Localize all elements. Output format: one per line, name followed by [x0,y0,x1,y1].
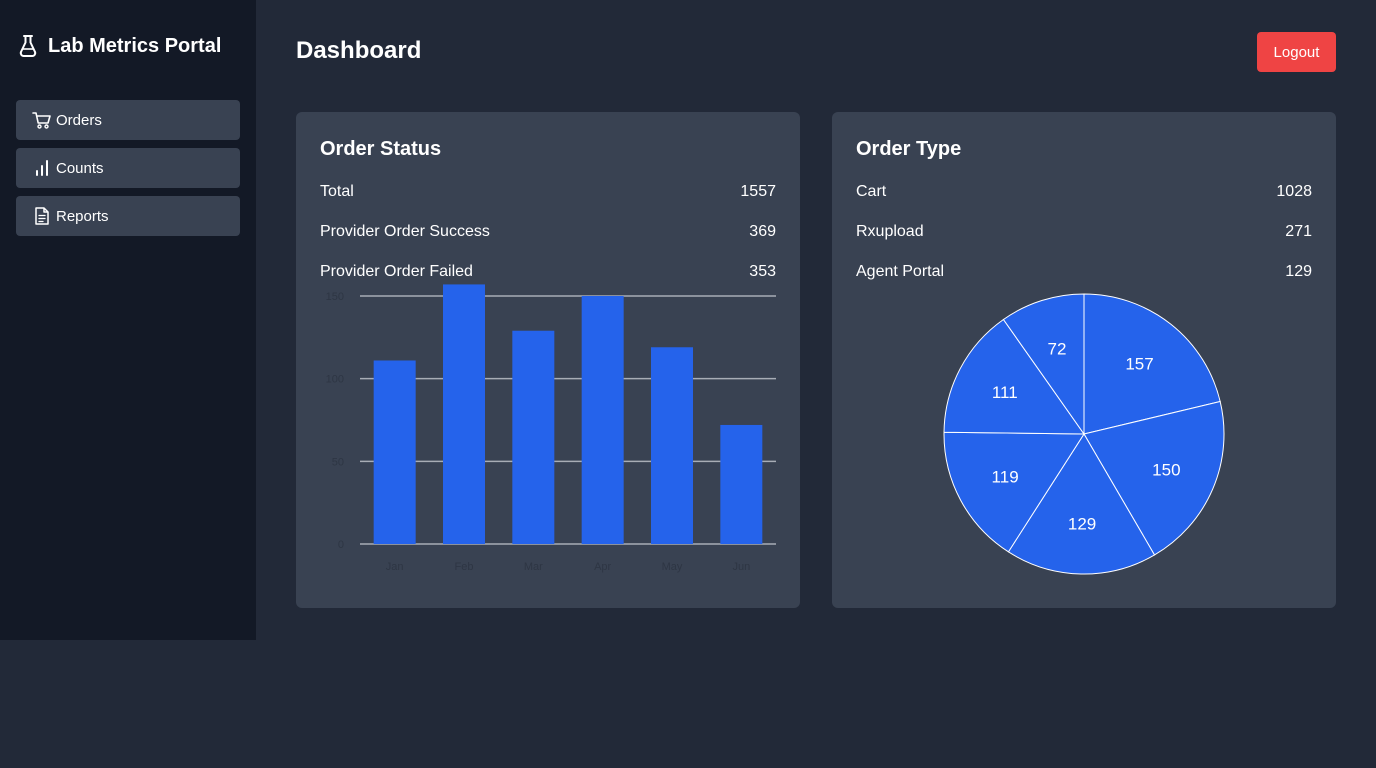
pie-slice-label: 72 [1048,340,1067,359]
sidebar-item-counts[interactable]: Counts [16,148,240,188]
cart-icon [32,110,52,130]
x-tick-label: Feb [455,561,474,573]
sidebar-item-label: Counts [56,159,104,177]
document-icon [32,206,52,226]
brand: Lab Metrics Portal [18,34,221,58]
sidebar: Lab Metrics Portal Orders Counts Reports [0,0,256,640]
x-tick-label: May [662,561,683,573]
bar [512,330,555,544]
y-tick-label: 50 [332,456,344,468]
order-status-card: Order Status Total 1557 Provider Order S… [296,112,800,608]
app-title: Lab Metrics Portal [48,34,222,57]
x-tick-label: Jan [386,561,404,573]
sidebar-item-reports[interactable]: Reports [16,196,240,236]
pie-slice-label: 150 [1152,460,1180,479]
pie-slice-label: 111 [992,383,1018,402]
x-tick-label: Jun [732,561,750,573]
order-type-pie-chart: 157 150 129 119 111 72 [943,293,1225,575]
pie-slice-label: 119 [992,467,1019,486]
y-tick-label: 100 [326,374,344,386]
flask-icon [18,34,38,58]
bar [720,424,763,544]
page-title: Dashboard [296,37,422,64]
x-tick-label: Apr [594,561,611,573]
pie-slice-label: 129 [1068,515,1096,534]
pie-slice-label: 157 [1125,355,1153,374]
sidebar-item-label: Reports [56,207,109,225]
sidebar-item-label: Orders [56,111,102,129]
monthly-bar-chart: 0 50 100 150 Jan Feb Mar Apr May Jun [326,284,776,573]
y-tick-label: 0 [338,539,344,551]
y-tick-label: 150 [326,291,344,303]
bar [581,296,624,544]
logout-button[interactable]: Logout [1257,32,1336,72]
bar [373,360,416,544]
x-tick-label: Mar [524,561,543,573]
bar [651,347,693,544]
bar [443,284,485,544]
bar-chart-icon [32,158,52,178]
order-type-card: Order Type Cart 1028 Rxupload 271 Agent … [832,112,1336,608]
sidebar-item-orders[interactable]: Orders [16,100,240,140]
